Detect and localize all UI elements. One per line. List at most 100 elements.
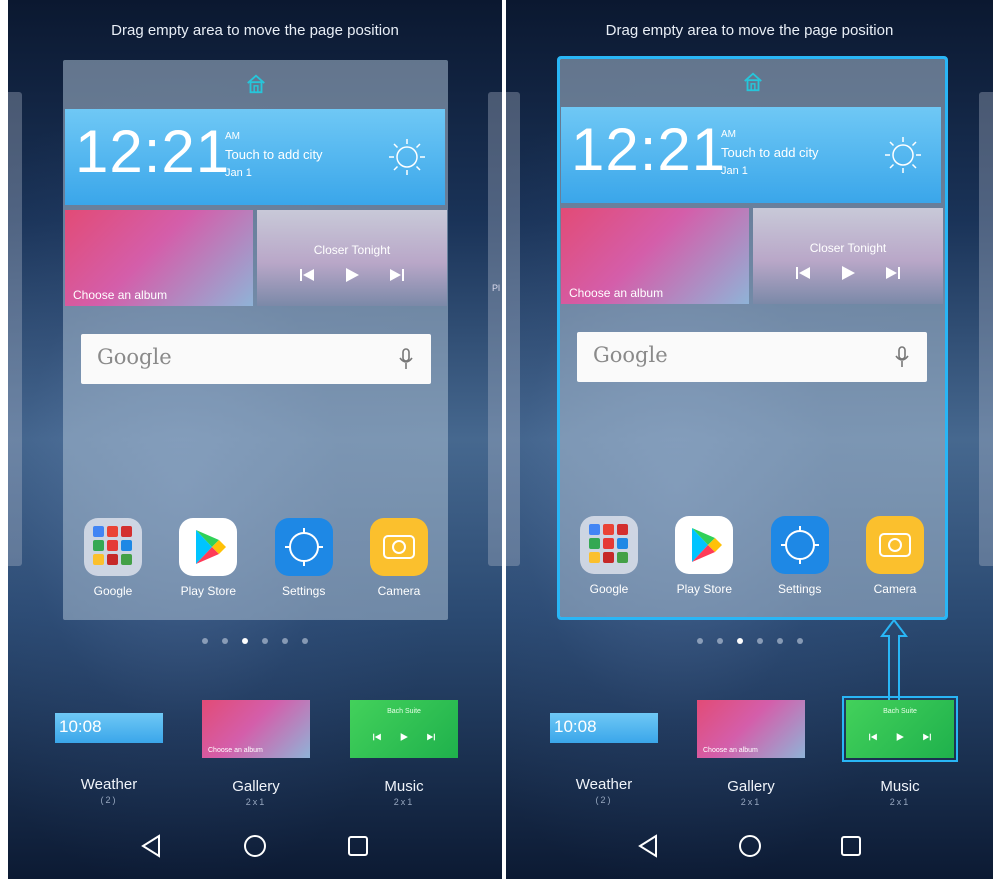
music-thumbnail[interactable]: Bach Suite xyxy=(350,700,458,758)
next-page-preview[interactable] xyxy=(979,92,993,566)
clock-time: 12:21 xyxy=(75,118,231,185)
page-dot[interactable] xyxy=(776,638,783,644)
app-label: Google xyxy=(93,584,133,598)
play-icon xyxy=(400,733,408,741)
page-dot[interactable] xyxy=(796,638,803,644)
tray-sub: 2x1 xyxy=(245,797,267,807)
drag-hint: Drag empty area to move the page positio… xyxy=(111,22,399,39)
thumb-caption: Choose an album xyxy=(208,747,263,754)
sun-icon xyxy=(885,137,921,173)
page-dot[interactable] xyxy=(696,638,703,644)
app-google[interactable]: Google xyxy=(569,516,649,606)
page-dot-active[interactable] xyxy=(242,638,248,644)
back-icon[interactable] xyxy=(634,831,664,861)
tray-gallery[interactable]: Choose an album Gallery 2x1 xyxy=(196,700,316,807)
home-nav-icon[interactable] xyxy=(735,831,765,861)
home-icon[interactable] xyxy=(245,73,267,95)
tray-sub: 2x1 xyxy=(740,797,762,807)
app-play-store[interactable]: Play Store xyxy=(664,516,744,606)
thumb-caption: Choose an album xyxy=(703,747,758,754)
music-title: Closer Tonight xyxy=(809,241,887,255)
next-track-icon xyxy=(922,733,931,741)
tray-weather[interactable]: 10:08 Weather (2) xyxy=(544,700,664,805)
camera-icon xyxy=(865,516,924,574)
app-google[interactable]: Google xyxy=(73,518,153,608)
weather-thumbnail[interactable]: 10:08 xyxy=(55,713,163,743)
tray-label: Music xyxy=(880,778,920,795)
clock-time: 12:21 xyxy=(571,116,727,183)
folder-icon xyxy=(580,516,638,574)
tray-gallery[interactable]: Choose an album Gallery 2x1 xyxy=(691,700,811,807)
add-city-link[interactable]: Touch to add city xyxy=(721,145,819,160)
music-thumbnail-selected[interactable]: Bach Suite xyxy=(842,696,958,762)
recents-icon[interactable] xyxy=(343,831,373,861)
gallery-thumbnail[interactable]: Choose an album xyxy=(202,700,310,758)
page-indicator xyxy=(506,638,993,646)
app-play-store[interactable]: Play Store xyxy=(168,518,248,608)
play-store-icon xyxy=(179,518,238,576)
tray-label: Gallery xyxy=(232,778,280,795)
app-dock: Google Play Store Settings Camera xyxy=(569,516,935,606)
play-store-icon xyxy=(675,516,734,574)
app-label: Google xyxy=(589,582,629,596)
home-nav-icon[interactable] xyxy=(240,831,270,861)
music-widget[interactable]: Closer Tonight xyxy=(753,208,943,304)
gallery-thumbnail[interactable]: Choose an album xyxy=(697,700,805,758)
google-search-bar[interactable]: Google xyxy=(577,332,927,382)
previous-track-icon[interactable] xyxy=(298,266,316,284)
tray-music[interactable]: Bach Suite Music 2x1 xyxy=(344,700,464,807)
folder-icon xyxy=(84,518,142,576)
thumb-music-title: Bach Suite xyxy=(387,708,421,715)
page-dot[interactable] xyxy=(202,638,208,644)
play-icon[interactable] xyxy=(839,264,857,282)
back-icon[interactable] xyxy=(137,831,167,861)
next-track-icon[interactable] xyxy=(884,264,902,282)
page-dot[interactable] xyxy=(756,638,763,644)
home-icon[interactable] xyxy=(742,71,764,93)
prev-page-preview[interactable] xyxy=(506,92,520,566)
previous-track-icon[interactable] xyxy=(794,264,812,282)
tray-label: Music xyxy=(384,778,424,795)
page-indicator xyxy=(8,638,502,646)
app-camera[interactable]: Camera xyxy=(855,516,935,606)
weather-widget[interactable]: 12:21 AM Touch to add city Jan 1 xyxy=(65,109,445,205)
gallery-widget[interactable]: Choose an album xyxy=(65,210,253,306)
camera-icon xyxy=(369,518,428,576)
home-page-preview[interactable]: 12:21 AM Touch to add city Jan 1 Choose … xyxy=(63,60,448,620)
page-dot[interactable] xyxy=(222,638,228,644)
google-search-placeholder: Google xyxy=(593,343,668,367)
google-search-bar[interactable]: Google xyxy=(81,334,431,384)
weather-thumbnail[interactable]: 10:08 xyxy=(550,713,658,743)
widget-tray: 10:08 Weather (2) Choose an album Galler… xyxy=(506,696,993,820)
app-camera[interactable]: Camera xyxy=(359,518,439,608)
next-page-preview[interactable] xyxy=(488,92,502,566)
page-dot[interactable] xyxy=(716,638,723,644)
tray-label: Weather xyxy=(80,776,138,793)
page-dot[interactable] xyxy=(282,638,288,644)
gallery-widget[interactable]: Choose an album xyxy=(561,208,749,304)
tray-music-selected[interactable]: Bach Suite Music 2x1 xyxy=(840,696,960,807)
weather-widget[interactable]: 12:21 AM Touch to add city Jan 1 xyxy=(561,107,941,203)
add-city-link[interactable]: Touch to add city xyxy=(225,147,323,162)
app-settings[interactable]: Settings xyxy=(760,516,840,606)
app-dock: Google Play Store Settings Camera xyxy=(73,518,439,608)
app-label: Settings xyxy=(281,584,326,598)
page-dot[interactable] xyxy=(262,638,268,644)
next-track-icon[interactable] xyxy=(388,266,406,284)
page-dot[interactable] xyxy=(302,638,308,644)
next-track-icon xyxy=(426,733,435,741)
app-label: Settings xyxy=(777,582,822,596)
music-widget[interactable]: Closer Tonight xyxy=(257,210,447,306)
mic-icon[interactable] xyxy=(895,346,909,368)
app-settings[interactable]: Settings xyxy=(264,518,344,608)
screen-left: Drag empty area to move the page positio… xyxy=(8,0,502,879)
home-page-preview-selected[interactable]: 12:21 AM Touch to add city Jan 1 Choose … xyxy=(557,56,948,620)
gallery-label: Choose an album xyxy=(73,288,168,302)
mic-icon[interactable] xyxy=(399,348,413,370)
prev-page-preview[interactable] xyxy=(8,92,22,566)
page-dot-active[interactable] xyxy=(736,638,743,644)
play-icon[interactable] xyxy=(343,266,361,284)
tray-weather[interactable]: 10:08 Weather (2) xyxy=(49,700,169,805)
recents-icon[interactable] xyxy=(836,831,866,861)
thumb-clock: 10:08 xyxy=(554,717,597,736)
